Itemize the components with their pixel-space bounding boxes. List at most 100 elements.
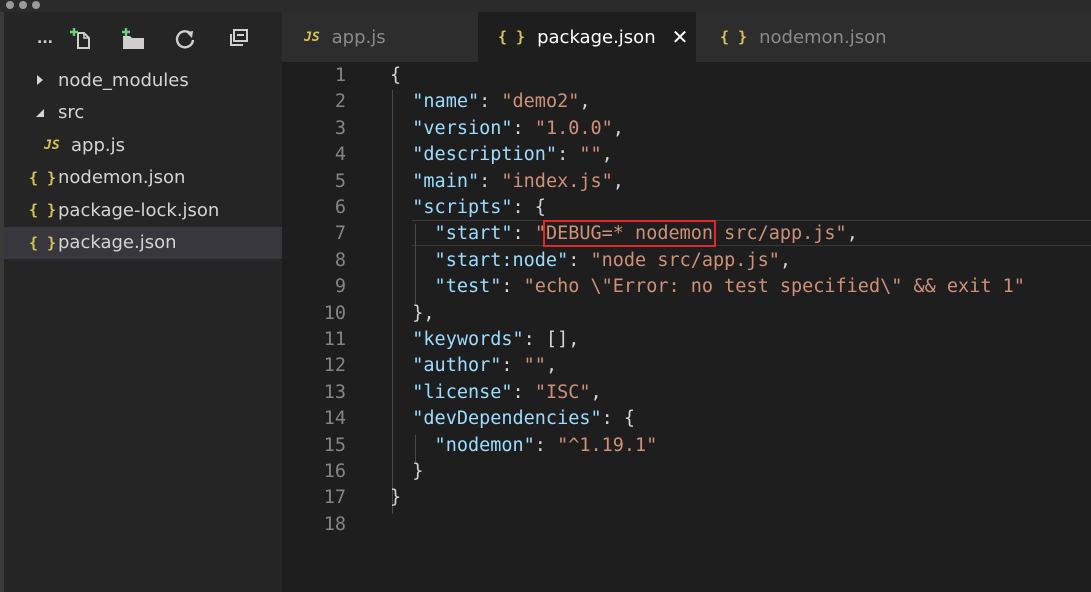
code-token: :: [479, 170, 502, 192]
code-token: "name": [390, 91, 480, 113]
new-file-button[interactable]: [68, 26, 94, 52]
code-token: :: [568, 249, 591, 271]
code-line[interactable]: 3 "version": "1.0.0",: [282, 116, 1091, 142]
code-text: "nodemon": "^1.19.1": [390, 433, 658, 459]
line-number: 1: [334, 65, 346, 86]
tree-item-label: node_modules: [58, 69, 189, 91]
code-token: },: [390, 302, 435, 324]
refresh-button[interactable]: [172, 26, 198, 52]
json-file-icon: { }: [29, 233, 57, 252]
tree-item-src[interactable]: src: [4, 97, 282, 130]
code-text: },: [390, 301, 435, 327]
code-line[interactable]: 13 "license": "ISC",: [282, 380, 1091, 406]
tab-app-js[interactable]: JS app.js: [282, 12, 478, 62]
json-file-icon: { }: [29, 201, 57, 220]
collapse-all-button[interactable]: [225, 26, 251, 52]
line-number: 17: [323, 487, 346, 509]
json-file-icon: { }: [29, 168, 57, 187]
code-token: :: [534, 434, 558, 456]
tab-nodemon-json[interactable]: { } nodemon.json: [696, 12, 926, 62]
code-line[interactable]: 17}: [282, 485, 1091, 511]
code-line[interactable]: 6 "scripts": {: [282, 195, 1091, 221]
code-token: :: [479, 91, 502, 113]
tree-item-nodemon-json[interactable]: { } nodemon.json: [4, 162, 282, 195]
window-minimize-dot[interactable]: [19, 1, 27, 9]
code-token: "node src/app.js": [590, 249, 780, 271]
code-text: "version": "1.0.0",: [390, 116, 624, 142]
code-line[interactable]: 18: [282, 512, 1091, 538]
line-number: 6: [334, 197, 346, 218]
line-number: 16: [323, 461, 346, 482]
more-actions-button[interactable]: ...: [32, 26, 58, 52]
code-line[interactable]: 8 "start:node": "node src/app.js",: [282, 248, 1091, 274]
window-titlebar: [0, 0, 1091, 12]
code-token: :: [501, 276, 524, 298]
code-text: "devDependencies": {: [390, 406, 635, 432]
code-line[interactable]: 10 },: [282, 301, 1091, 327]
line-number: 13: [323, 381, 346, 403]
code-line[interactable]: 12 "author": "",: [282, 353, 1091, 379]
tab-label: nodemon.json: [759, 26, 887, 48]
code-text: "description": "",: [390, 142, 613, 168]
line-number: 8: [334, 249, 346, 271]
tree-item-label: package.json: [58, 232, 177, 254]
code-token: : {: [601, 408, 636, 430]
code-text: {: [390, 63, 401, 89]
code-token: "version": [390, 117, 513, 139]
code-line[interactable]: 11 "keywords": [],: [282, 327, 1091, 353]
code-token: "": [523, 355, 546, 377]
code-token: "start": [390, 223, 513, 245]
line-number: 7: [334, 223, 346, 245]
new-folder-button[interactable]: [120, 26, 146, 52]
new-folder-icon: [122, 28, 144, 49]
code-text: "name": "demo2",: [390, 89, 590, 115]
code-token: "ISC": [534, 381, 591, 403]
code-line[interactable]: 14 "devDependencies": {: [282, 406, 1091, 432]
code-text: "start": "DEBUG=* nodemon src/app.js",: [390, 220, 858, 248]
code-token: }: [390, 461, 424, 482]
code-token: "": [579, 144, 602, 166]
code-line[interactable]: 4 "description": "",: [282, 142, 1091, 168]
code-token: :: [501, 355, 524, 377]
code-line[interactable]: 5 "main": "index.js",: [282, 169, 1091, 195]
code-line[interactable]: 16 }: [282, 459, 1091, 485]
line-number: 10: [323, 302, 346, 324]
code-token: "scripts": [390, 197, 513, 218]
code-token: }: [390, 487, 402, 509]
window-zoom-dot[interactable]: [32, 1, 40, 9]
line-number: 3: [334, 117, 346, 139]
code-token: ,: [601, 144, 613, 166]
code-line[interactable]: 15 "nodemon": "^1.19.1": [282, 433, 1091, 459]
tab-package-json[interactable]: { } package.json ✕: [478, 12, 696, 62]
line-number: 4: [334, 144, 346, 166]
collapse-all-icon: [230, 29, 248, 46]
json-file-icon: { }: [720, 28, 748, 46]
line-number: 18: [323, 513, 346, 535]
code-line[interactable]: 2 "name": "demo2",: [282, 89, 1091, 115]
code-token: :: [512, 381, 535, 403]
refresh-icon: [175, 30, 195, 49]
code-token: : {: [512, 197, 546, 218]
code-text: "test": "echo \"Error: no test specified…: [390, 274, 1025, 300]
tree-item-app-js[interactable]: JS app.js: [4, 129, 282, 162]
code-token: "1.0.0": [534, 117, 613, 139]
tree-item-node-modules[interactable]: node_modules: [4, 64, 282, 97]
code-token: "echo \"Error: no test specified\" && ex…: [523, 276, 1025, 298]
code-token: ": [534, 223, 546, 245]
code-token: "keywords": [390, 329, 524, 350]
code-line[interactable]: 7 "start": "DEBUG=* nodemon src/app.js",: [282, 220, 1091, 248]
code-editor[interactable]: 1{2 "name": "demo2", 3 "version": "1.0.0"…: [282, 62, 1091, 592]
tree-item-package-json[interactable]: { } package.json: [4, 226, 282, 259]
close-icon[interactable]: ✕: [672, 25, 689, 49]
code-line[interactable]: 9 "test": "echo \"Error: no test specifi…: [282, 274, 1091, 300]
code-line[interactable]: 1{: [282, 63, 1091, 89]
chevron-right-icon: [34, 74, 46, 86]
code-text: "scripts": {: [390, 195, 546, 221]
tree-item-package-lock-json[interactable]: { } package-lock.json: [4, 194, 282, 227]
js-file-icon: JS: [304, 29, 320, 45]
code-token: ,: [612, 117, 624, 139]
window-close-dot[interactable]: [6, 1, 14, 9]
code-token: "start:node": [390, 249, 569, 271]
tree-item-label: app.js: [71, 134, 125, 156]
code-token: ,: [590, 381, 602, 403]
